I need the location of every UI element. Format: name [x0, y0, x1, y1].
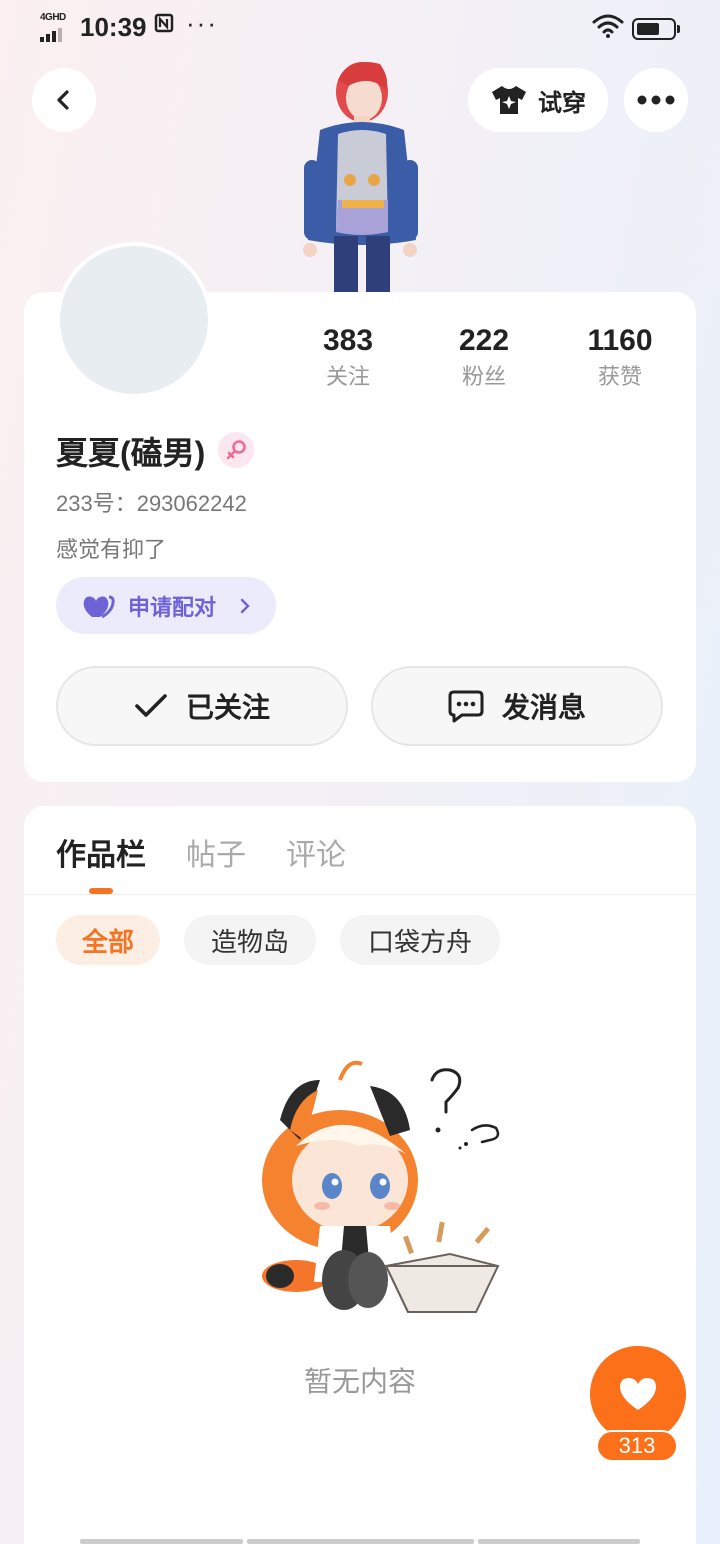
status-more-dots: ···: [186, 8, 218, 38]
tab-comments[interactable]: 评论: [286, 830, 346, 874]
stat-followers-value: 222: [458, 324, 510, 357]
scroll-indicator-segment: [80, 1539, 243, 1544]
notification-icon: [154, 12, 176, 40]
network-type: 4GHD: [40, 12, 66, 23]
stat-likes-value: 1160: [587, 324, 653, 357]
send-message-button[interactable]: 发消息: [371, 666, 663, 746]
like-float-button[interactable]: [590, 1346, 686, 1442]
empty-state-illustration: [240, 1050, 510, 1320]
user-3d-avatar: [290, 50, 430, 294]
stat-likes[interactable]: 1160 获赞: [560, 322, 680, 392]
tabs-divider: [24, 894, 696, 895]
status-time: 10:39: [80, 12, 147, 42]
send-message-label: 发消息: [501, 692, 586, 723]
stat-followers-label: 粉丝: [461, 364, 506, 389]
stat-likes-label: 获赞: [597, 364, 642, 389]
tshirt-icon: [492, 86, 526, 114]
try-on-button[interactable]: 试穿: [468, 68, 608, 132]
double-heart-icon: [83, 595, 115, 618]
more-button[interactable]: [624, 68, 688, 132]
heart-icon: [620, 1378, 656, 1410]
check-icon: [135, 694, 167, 717]
filter-chip-pocket-ark[interactable]: 口袋方舟: [340, 915, 500, 965]
chat-bubble-icon: [448, 690, 484, 723]
like-count-badge: 313: [596, 1430, 678, 1462]
following-label: 已关注: [185, 692, 270, 723]
stat-followers[interactable]: 222 粉丝: [424, 322, 544, 392]
female-gender-icon: [218, 432, 254, 468]
signal-icon: 4GHD: [40, 12, 72, 42]
filter-chip-creation-island[interactable]: 造物岛: [184, 915, 316, 965]
tab-works[interactable]: 作品栏: [56, 830, 146, 874]
request-pair-label: 申请配对: [128, 594, 217, 620]
filter-chip-all[interactable]: 全部: [56, 915, 160, 965]
scroll-indicator-segment: [247, 1539, 474, 1544]
status-bar: 4GHD 10:39 ···: [0, 0, 720, 56]
stat-following-value: 383: [322, 324, 374, 357]
user-id: 233号：293062242: [56, 491, 247, 516]
username: 夏夏(磕男): [56, 435, 206, 471]
stat-following[interactable]: 383 关注: [288, 322, 408, 392]
avatar[interactable]: [56, 242, 212, 398]
scroll-indicator-segment: [478, 1539, 640, 1544]
tab-posts[interactable]: 帖子: [186, 830, 246, 874]
user-bio: 感觉有抑了: [56, 537, 167, 562]
chevron-right-icon: [240, 598, 250, 613]
more-dots-icon: [637, 95, 675, 105]
chevron-left-icon: [57, 90, 69, 110]
following-button[interactable]: 已关注: [56, 666, 348, 746]
wifi-icon: [592, 14, 624, 43]
try-on-label: 试穿: [538, 89, 586, 117]
request-pair-button[interactable]: 申请配对: [56, 577, 276, 634]
back-button[interactable]: [32, 68, 96, 132]
battery-icon: [632, 18, 680, 40]
stat-following-label: 关注: [325, 364, 370, 389]
